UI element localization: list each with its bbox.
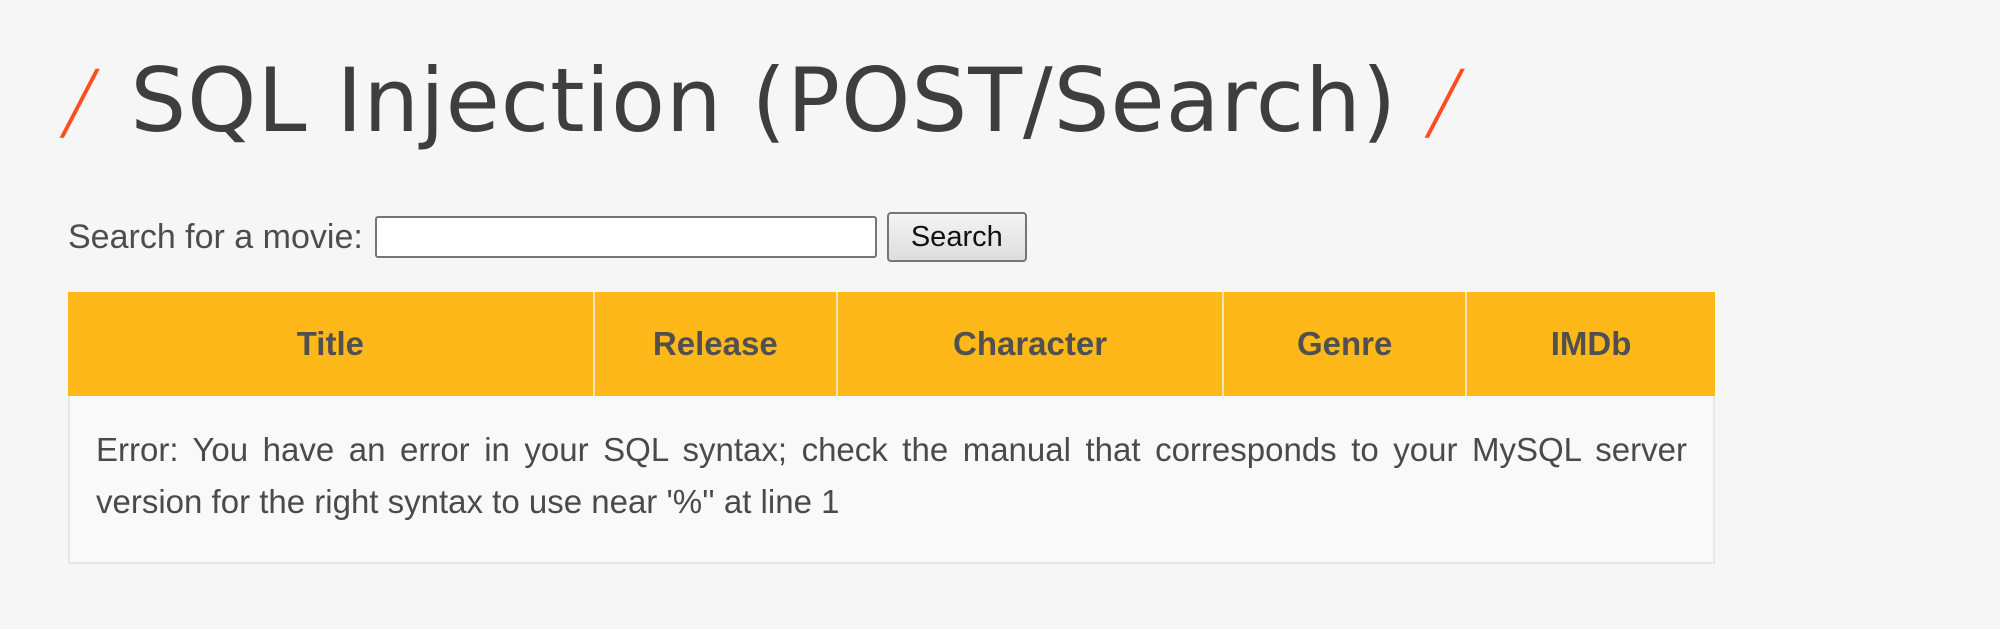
column-header-release: Release	[594, 292, 838, 396]
sql-error-message: Error: You have an error in your SQL syn…	[68, 396, 1715, 564]
title-right-slash: /	[1420, 52, 1470, 150]
error-row: Error: You have an error in your SQL syn…	[68, 396, 1715, 564]
column-header-genre: Genre	[1224, 292, 1468, 396]
search-label: Search for a movie:	[68, 217, 363, 256]
column-header-character: Character	[837, 292, 1225, 396]
results-table: Title Release Character Genre IMDb Error…	[68, 292, 1715, 564]
search-button[interactable]: Search	[886, 212, 1027, 262]
title-left-slash: /	[55, 52, 105, 150]
column-header-title: Title	[68, 292, 595, 396]
column-header-imdb: IMDb	[1467, 292, 1715, 396]
page-header: / SQL Injection (POST/Search) /	[56, 46, 1470, 156]
search-form: Search for a movie: Search	[68, 210, 1027, 264]
page-title: SQL Injection (POST/Search)	[130, 49, 1398, 152]
table-header-row: Title Release Character Genre IMDb	[68, 292, 1715, 396]
search-input[interactable]	[374, 216, 877, 258]
